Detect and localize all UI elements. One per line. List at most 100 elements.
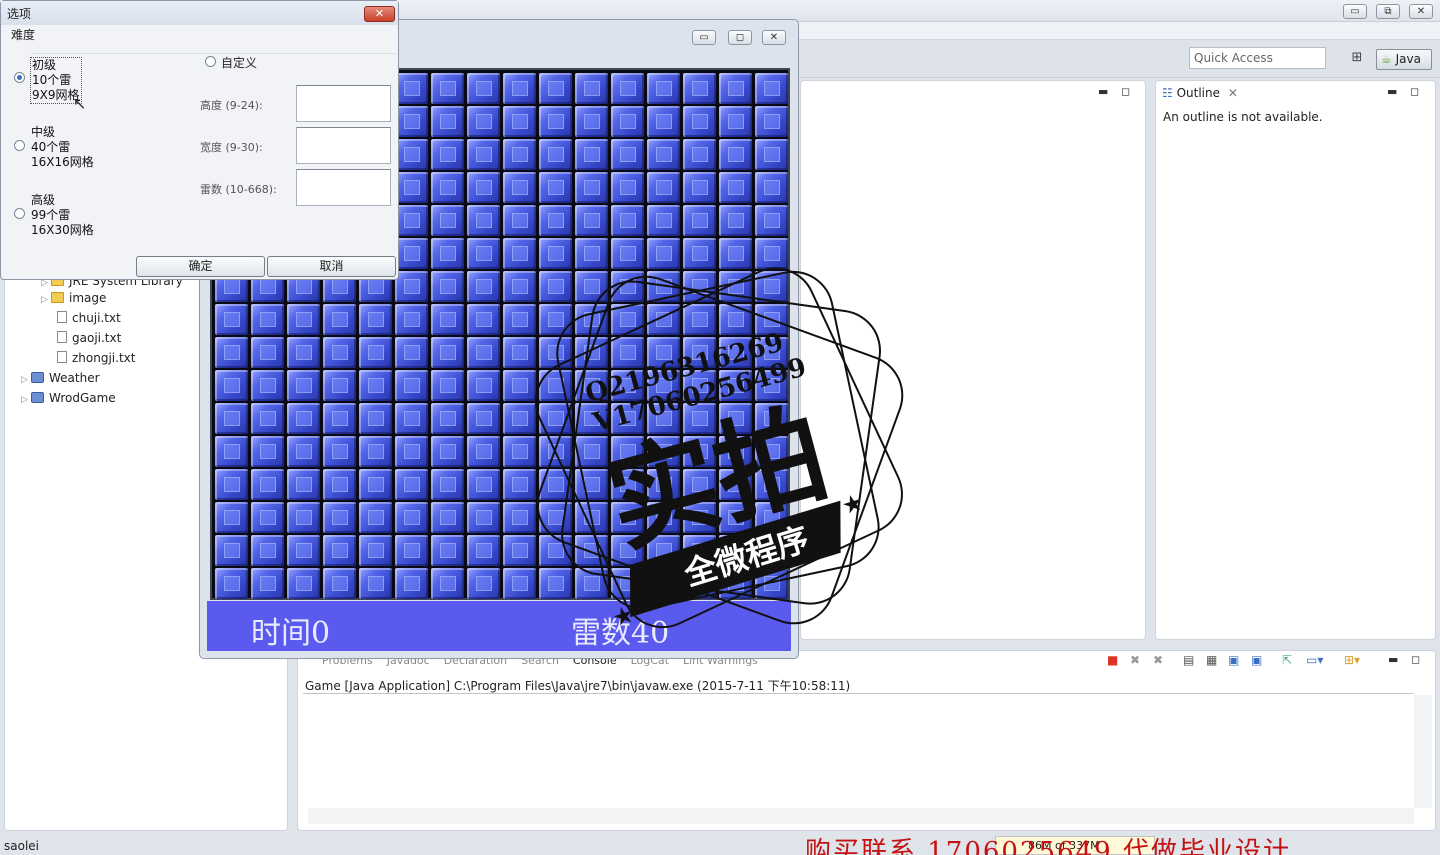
mine-tile[interactable] — [287, 568, 320, 599]
mine-tile[interactable] — [431, 205, 464, 236]
mine-tile[interactable] — [467, 172, 500, 203]
mine-tile[interactable] — [287, 535, 320, 566]
mine-tile[interactable] — [539, 172, 572, 203]
mine-tile[interactable] — [647, 139, 680, 170]
mine-tile[interactable] — [215, 337, 248, 368]
mine-tile[interactable] — [575, 205, 608, 236]
expand-arrow-icon[interactable]: ▷ — [41, 291, 51, 309]
show-console-stdout-icon[interactable]: ▣ — [1228, 653, 1239, 667]
height-input[interactable] — [296, 85, 391, 122]
mine-tile[interactable] — [287, 436, 320, 467]
option-expert[interactable]: 高级 99个雷 16X30网格 — [31, 193, 94, 238]
expand-arrow-icon[interactable]: ▷ — [21, 371, 31, 389]
mine-tile[interactable] — [467, 568, 500, 599]
display-console-icon[interactable]: ▭▾ — [1306, 653, 1323, 667]
maximize-icon[interactable]: ◻ — [1411, 653, 1420, 666]
radio-beginner[interactable] — [14, 72, 25, 83]
ok-button[interactable]: 确定 — [136, 256, 265, 277]
mine-tile[interactable] — [467, 106, 500, 137]
mine-tile[interactable] — [719, 106, 752, 137]
mine-tile[interactable] — [395, 205, 428, 236]
mine-tile[interactable] — [467, 469, 500, 500]
mine-tile[interactable] — [503, 139, 536, 170]
mine-tile[interactable] — [467, 403, 500, 434]
mine-tile[interactable] — [719, 172, 752, 203]
mine-tile[interactable] — [359, 403, 392, 434]
mine-tile[interactable] — [467, 205, 500, 236]
mine-tile[interactable] — [395, 568, 428, 599]
mine-tile[interactable] — [215, 304, 248, 335]
mine-tile[interactable] — [251, 436, 284, 467]
mine-tile[interactable] — [755, 172, 788, 203]
mine-tile[interactable] — [323, 502, 356, 533]
mine-tile[interactable] — [359, 469, 392, 500]
mine-tile[interactable] — [503, 172, 536, 203]
mine-tile[interactable] — [611, 172, 644, 203]
ide-restore-button[interactable]: ⧉ — [1376, 4, 1400, 19]
mine-tile[interactable] — [467, 73, 500, 104]
mine-tile[interactable] — [215, 370, 248, 401]
option-intermediate[interactable]: 中级 40个雷 16X16网格 — [31, 125, 94, 170]
ide-minimize-button[interactable]: ▭ — [1343, 4, 1367, 19]
mine-tile[interactable] — [755, 73, 788, 104]
tree-item-chuji[interactable]: chuji.txt — [57, 309, 121, 327]
mine-tile[interactable] — [251, 337, 284, 368]
mine-tile[interactable] — [719, 73, 752, 104]
mine-tile[interactable] — [467, 535, 500, 566]
mine-tile[interactable] — [287, 370, 320, 401]
mine-tile[interactable] — [323, 535, 356, 566]
mine-tile[interactable] — [719, 139, 752, 170]
game-maximize-button[interactable]: ◻ — [728, 30, 752, 45]
mine-tile[interactable] — [755, 106, 788, 137]
mine-tile[interactable] — [215, 568, 248, 599]
mine-tile[interactable] — [431, 502, 464, 533]
maximize-icon[interactable]: ◻ — [1410, 85, 1419, 98]
mine-tile[interactable] — [647, 73, 680, 104]
mine-tile[interactable] — [575, 73, 608, 104]
mine-tile[interactable] — [395, 139, 428, 170]
radio-custom[interactable] — [205, 56, 216, 67]
mine-tile[interactable] — [431, 73, 464, 104]
mine-tile[interactable] — [647, 205, 680, 236]
mine-tile[interactable] — [503, 106, 536, 137]
mine-tile[interactable] — [431, 106, 464, 137]
remove-launch-icon[interactable]: ✖ — [1130, 653, 1140, 667]
mine-tile[interactable] — [395, 106, 428, 137]
mine-tile[interactable] — [395, 271, 428, 302]
mine-tile[interactable] — [323, 370, 356, 401]
mine-tile[interactable] — [431, 172, 464, 203]
mine-tile[interactable] — [467, 238, 500, 269]
mine-tile[interactable] — [215, 436, 248, 467]
mine-tile[interactable] — [287, 502, 320, 533]
mine-tile[interactable] — [431, 403, 464, 434]
mine-tile[interactable] — [323, 469, 356, 500]
mine-tile[interactable] — [287, 304, 320, 335]
mine-tile[interactable] — [323, 337, 356, 368]
mine-tile[interactable] — [503, 73, 536, 104]
minimize-icon[interactable]: ▬ — [1387, 85, 1397, 98]
mine-tile[interactable] — [215, 502, 248, 533]
width-input[interactable] — [296, 127, 391, 164]
java-perspective-button[interactable]: ☕ Java — [1376, 49, 1432, 70]
mine-tile[interactable] — [683, 139, 716, 170]
tab-outline[interactable]: ☷ Outline ✕ — [1162, 86, 1238, 100]
mine-tile[interactable] — [395, 403, 428, 434]
mine-tile[interactable] — [251, 568, 284, 599]
mine-tile[interactable] — [287, 403, 320, 434]
mine-tile[interactable] — [539, 205, 572, 236]
mine-tile[interactable] — [431, 337, 464, 368]
mine-tile[interactable] — [431, 535, 464, 566]
mine-tile[interactable] — [323, 403, 356, 434]
minimize-icon[interactable]: ▬ — [1098, 85, 1108, 98]
mine-tile[interactable] — [359, 337, 392, 368]
mine-tile[interactable] — [503, 205, 536, 236]
mine-tile[interactable] — [647, 106, 680, 137]
mine-tile[interactable] — [215, 469, 248, 500]
mine-tile[interactable] — [251, 535, 284, 566]
mine-tile[interactable] — [575, 172, 608, 203]
mine-tile[interactable] — [467, 139, 500, 170]
ide-close-button[interactable]: ✕ — [1409, 4, 1433, 19]
mine-tile[interactable] — [431, 139, 464, 170]
mine-tile[interactable] — [395, 469, 428, 500]
mine-tile[interactable] — [395, 304, 428, 335]
